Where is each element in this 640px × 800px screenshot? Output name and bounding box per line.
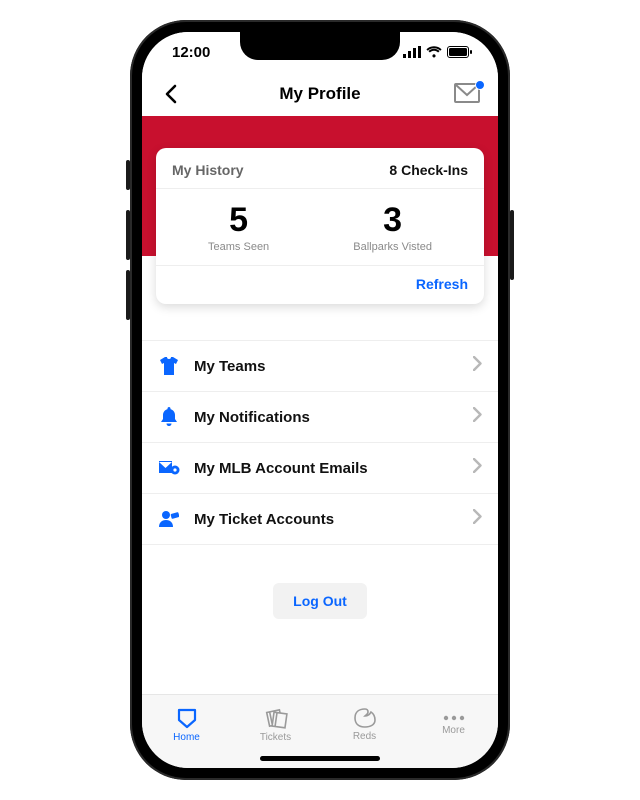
checkins-count: 8 [389, 162, 397, 178]
status-right [403, 46, 472, 58]
menu-label: My Ticket Accounts [194, 511, 459, 528]
more-icon [442, 714, 466, 722]
tickets-icon [264, 707, 288, 729]
menu-item-mlb-account-emails[interactable]: My MLB Account Emails [142, 443, 498, 494]
phone-frame: 12:00 My Profile My History [130, 20, 510, 780]
tab-label: Home [173, 732, 200, 743]
chevron-right-icon [473, 458, 482, 478]
ballparks-label: Ballparks Visted [353, 241, 432, 253]
home-plate-icon [176, 707, 198, 729]
inbox-button[interactable] [454, 83, 482, 105]
page-title: My Profile [279, 84, 360, 104]
history-card-title: My History [172, 162, 244, 178]
checkins-label: Check-Ins [401, 162, 468, 178]
logout-button[interactable]: Log Out [273, 583, 367, 619]
menu-list: My Teams My Notifications [142, 340, 498, 545]
menu-label: My Teams [194, 358, 459, 375]
chevron-right-icon [473, 509, 482, 529]
tab-label: More [442, 725, 465, 736]
unread-badge [475, 80, 485, 90]
tab-reds[interactable]: Reds [320, 695, 409, 754]
bell-icon [158, 406, 180, 428]
history-stats: 5 Teams Seen 3 Ballparks Visted [156, 189, 484, 266]
chevron-right-icon [473, 407, 482, 427]
battery-icon [447, 46, 472, 58]
menu-label: My Notifications [194, 409, 459, 426]
stat-ballparks: 3 Ballparks Visted [353, 203, 432, 253]
wifi-icon [426, 46, 442, 58]
status-time: 12:00 [172, 44, 210, 61]
menu-item-my-teams[interactable]: My Teams [142, 341, 498, 392]
home-indicator [260, 756, 380, 761]
back-button[interactable] [156, 79, 186, 109]
menu-item-my-notifications[interactable]: My Notifications [142, 392, 498, 443]
cellular-icon [403, 46, 421, 58]
tab-more[interactable]: More [409, 695, 498, 754]
nav-header: My Profile [142, 72, 498, 116]
history-card: My History 8 Check-Ins 5 Teams Seen 3 Ba… [156, 148, 484, 304]
screen: 12:00 My Profile My History [142, 32, 498, 768]
ballparks-value: 3 [353, 203, 432, 237]
chevron-right-icon [473, 356, 482, 376]
tab-home[interactable]: Home [142, 695, 231, 754]
history-refresh[interactable]: Refresh [156, 266, 484, 302]
tab-label: Reds [353, 731, 376, 742]
jersey-icon [158, 355, 180, 377]
envelope-settings-icon [158, 457, 180, 479]
menu-item-ticket-accounts[interactable]: My Ticket Accounts [142, 494, 498, 545]
teams-seen-label: Teams Seen [208, 241, 269, 253]
ticket-person-icon [158, 508, 180, 530]
tab-tickets[interactable]: Tickets [231, 695, 320, 754]
tab-label: Tickets [260, 732, 291, 743]
teams-seen-value: 5 [208, 203, 269, 237]
notch [240, 32, 400, 60]
checkins-summary: 8 Check-Ins [389, 162, 468, 178]
reds-logo-icon [353, 708, 377, 728]
stat-teams-seen: 5 Teams Seen [208, 203, 269, 253]
history-card-header: My History 8 Check-Ins [156, 162, 484, 189]
chevron-left-icon [164, 84, 178, 104]
menu-label: My MLB Account Emails [194, 460, 459, 477]
content: My History 8 Check-Ins 5 Teams Seen 3 Ba… [142, 116, 498, 694]
